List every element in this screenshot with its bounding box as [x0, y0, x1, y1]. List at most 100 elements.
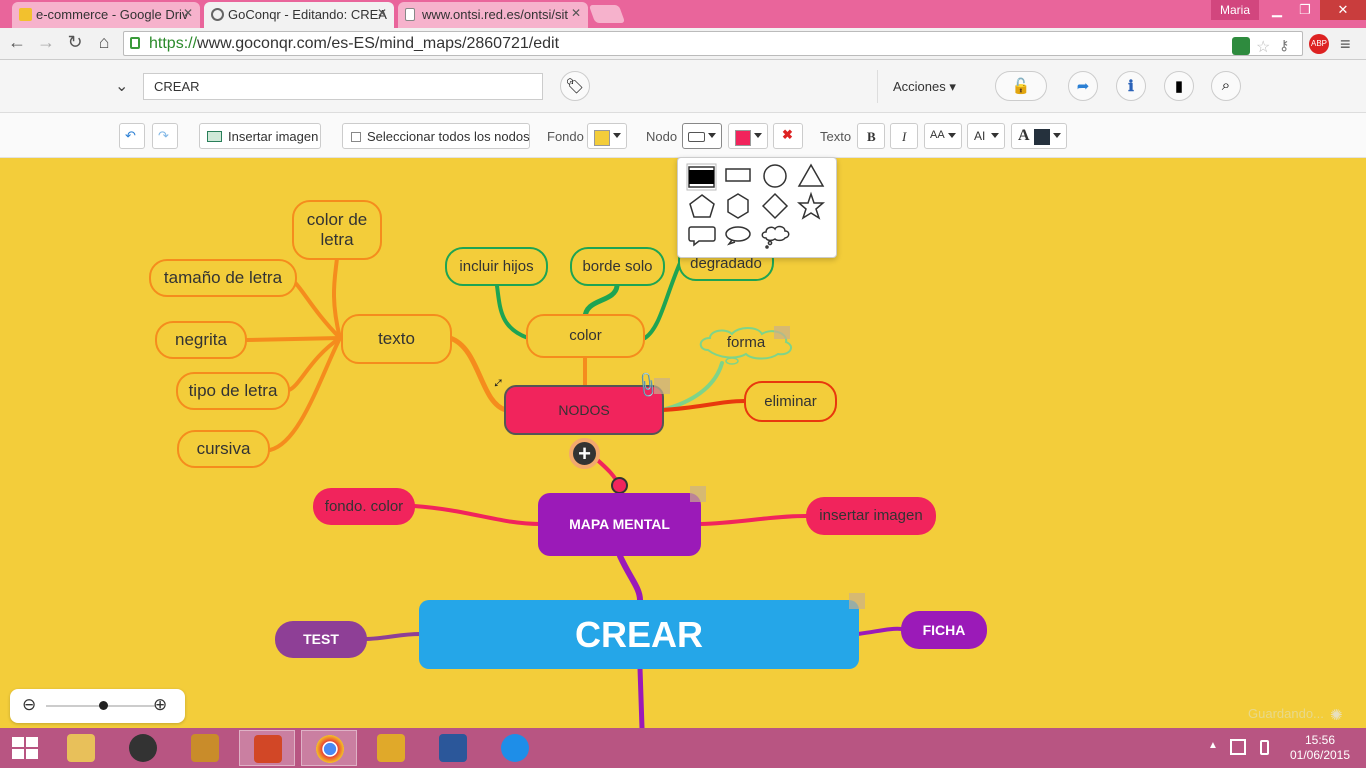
font-family-picker[interactable]: AI: [967, 123, 1005, 149]
zoom-slider-handle[interactable]: [99, 701, 108, 710]
close-icon[interactable]: ✕: [571, 6, 581, 20]
redo-icon[interactable]: ↷: [152, 123, 178, 149]
back-icon[interactable]: ←: [6, 32, 28, 53]
taskbar-explorer[interactable]: [53, 730, 109, 766]
link-handle[interactable]: [611, 477, 628, 494]
preview-icon[interactable]: ⌕: [1211, 71, 1241, 101]
divider: [877, 70, 878, 103]
system-clock[interactable]: 15:56 01/06/2015: [1285, 733, 1355, 763]
menu-icon[interactable]: ≡: [1340, 34, 1351, 55]
windows-start-icon[interactable]: [12, 737, 38, 759]
rectangle-shape-icon[interactable]: [725, 168, 751, 182]
tray-chevron-icon[interactable]: ▲: [1208, 740, 1218, 751]
adblock-icon[interactable]: ABP: [1309, 34, 1329, 54]
node-color-picker[interactable]: [728, 123, 768, 149]
tab-google-drive[interactable]: e-commerce - Google Driv ✕: [12, 2, 200, 28]
mindmap-node[interactable]: color: [526, 314, 645, 358]
forward-icon[interactable]: →: [35, 32, 57, 53]
mindmap-node[interactable]: cursiva: [177, 430, 270, 468]
actions-dropdown[interactable]: Acciones ▾: [893, 79, 956, 95]
taskbar-powerpoint[interactable]: [239, 730, 295, 766]
powerpoint-icon: [254, 735, 282, 763]
restore-button[interactable]: ❐: [1290, 0, 1320, 20]
close-icon[interactable]: ✕: [183, 6, 193, 20]
mindmap-node[interactable]: tipo de letra: [176, 372, 290, 410]
zoom-out-icon[interactable]: ⊖: [22, 695, 36, 715]
mindmap-node[interactable]: borde solo: [570, 247, 665, 286]
collapse-icon[interactable]: ⌄: [115, 76, 128, 96]
window-close-button[interactable]: ✕: [1320, 0, 1366, 20]
text-color-picker[interactable]: A: [1011, 123, 1067, 149]
note-icon[interactable]: [774, 326, 790, 339]
taskbar-word[interactable]: [425, 730, 481, 766]
star-shape-icon[interactable]: [796, 191, 826, 220]
font-size-picker[interactable]: AA: [924, 123, 962, 149]
tab-goconqr[interactable]: GoConqr - Editando: CREA ✕: [204, 2, 394, 28]
node-label: Nodo: [646, 129, 678, 144]
map-title-input[interactable]: [143, 73, 543, 100]
bookmark-star-icon[interactable]: ☆: [1256, 37, 1274, 56]
delete-node-icon[interactable]: ✖: [773, 123, 803, 149]
share-arrow-icon[interactable]: ➦: [1068, 71, 1098, 101]
stats-icon[interactable]: ▮: [1164, 71, 1194, 101]
mindmap-node[interactable]: TEST: [275, 621, 367, 658]
diamond-shape-icon[interactable]: [761, 192, 789, 220]
user-badge[interactable]: Maria: [1211, 0, 1259, 20]
note-icon[interactable]: [690, 486, 706, 502]
callout-shape-icon[interactable]: [688, 226, 716, 247]
mindmap-node[interactable]: negrita: [155, 321, 247, 359]
hexagon-shape-icon[interactable]: [727, 193, 749, 219]
insert-image-button[interactable]: Insertar imagen: [199, 123, 321, 149]
close-icon[interactable]: ✕: [377, 6, 387, 20]
tab-label: e-commerce - Google Driv: [36, 7, 189, 22]
mindmap-node[interactable]: tamaño de letra: [149, 259, 297, 297]
pentagon-shape-icon[interactable]: [689, 194, 715, 218]
taskbar-notes[interactable]: [363, 730, 419, 766]
extension-shield-icon[interactable]: [1232, 37, 1250, 55]
triangle-shape-icon[interactable]: [797, 163, 825, 187]
bold-button[interactable]: B: [857, 123, 885, 149]
taskbar-ie[interactable]: [487, 730, 543, 766]
checkbox[interactable]: [351, 132, 361, 142]
mindmap-node[interactable]: incluir hijos: [445, 247, 548, 286]
background-color-picker[interactable]: [587, 123, 627, 149]
home-icon[interactable]: ⌂: [93, 32, 115, 53]
rounded-rect-filled-shape-icon[interactable]: [686, 163, 717, 191]
mindmap-node[interactable]: texto: [341, 314, 452, 364]
new-tab-button[interactable]: [588, 5, 626, 23]
tab-ontsi[interactable]: www.ontsi.red.es/ontsi/sit ✕: [398, 2, 588, 28]
mindmap-node[interactable]: insertar imagen: [806, 497, 936, 535]
mindmap-node[interactable]: eliminar: [744, 381, 837, 422]
url-input[interactable]: https://www.goconqr.com/es-ES/mind_maps/…: [123, 31, 1303, 56]
reload-icon[interactable]: ↻: [64, 32, 86, 53]
minimize-button[interactable]: ▁: [1262, 0, 1292, 20]
mindmap-node[interactable]: color de letra: [292, 200, 382, 260]
select-all-nodes-button[interactable]: Seleccionar todos los nodos: [342, 123, 530, 149]
note-icon[interactable]: [849, 593, 865, 609]
add-child-icon[interactable]: +: [569, 438, 600, 469]
battery-icon[interactable]: [1260, 740, 1269, 755]
italic-button[interactable]: I: [890, 123, 918, 149]
mindmap-node[interactable]: MAPA MENTAL: [538, 493, 701, 556]
zoom-in-icon[interactable]: ⊕: [153, 695, 167, 715]
taskbar-media[interactable]: [115, 730, 171, 766]
spinner-icon: ✺: [1330, 707, 1343, 724]
mindmap-node[interactable]: forma: [710, 332, 782, 354]
share-privacy-icon[interactable]: 🔓: [995, 71, 1047, 101]
node-shape-picker[interactable]: [682, 123, 722, 149]
cloud-shape-icon[interactable]: [761, 225, 790, 249]
undo-icon[interactable]: ↶: [119, 123, 145, 149]
key-icon[interactable]: ⚷: [1279, 37, 1297, 55]
tag-icon[interactable]: 🏷: [560, 71, 590, 101]
flag-icon[interactable]: [1230, 739, 1246, 755]
ellipse-shape-icon[interactable]: [725, 226, 751, 246]
taskbar-chrome[interactable]: [301, 730, 357, 766]
taskbar-app[interactable]: [177, 730, 233, 766]
editor-toolbar: ↶ ↷ Insertar imagen Seleccionar todos lo…: [0, 113, 1366, 158]
central-node[interactable]: CREAR: [419, 600, 859, 669]
circle-shape-icon[interactable]: [763, 164, 787, 188]
note-icon[interactable]: [654, 378, 670, 394]
mindmap-node[interactable]: FICHA: [901, 611, 987, 649]
mindmap-node[interactable]: fondo. color: [313, 488, 415, 525]
info-icon[interactable]: ℹ: [1116, 71, 1146, 101]
